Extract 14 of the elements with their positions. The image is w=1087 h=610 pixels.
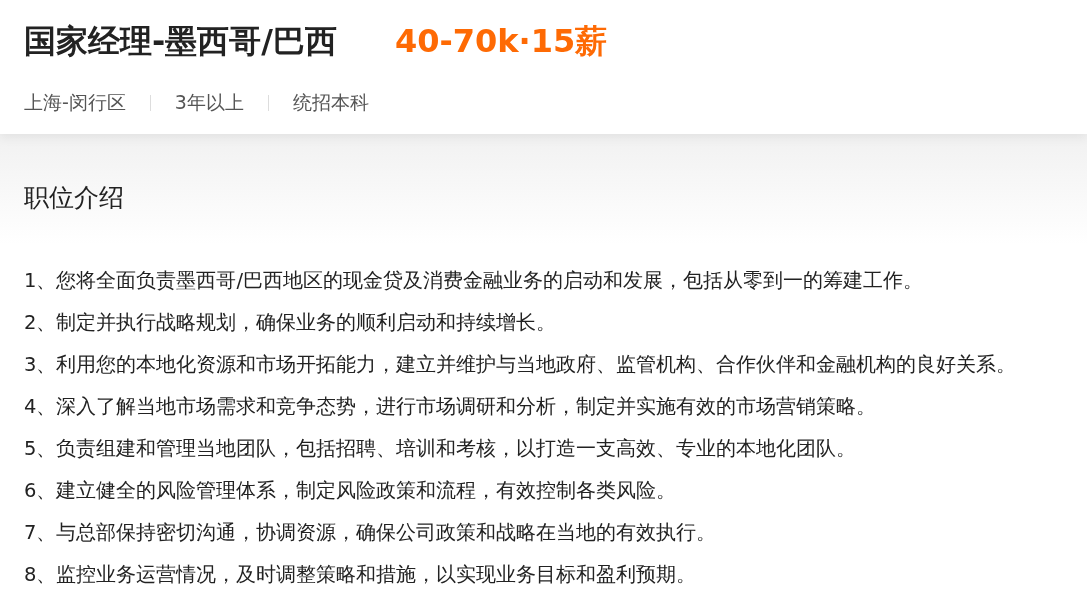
description-item: 3、利用您的本地化资源和市场开拓能力，建立并维护与当地政府、监管机构、合作伙伴和金融机构的良好关系。 (24, 352, 1018, 378)
job-title: 国家经理-墨西哥/巴西 (24, 21, 337, 62)
description-item: 1、您将全面负责墨西哥/巴西地区的现金贷及消费金融业务的启动和发展，包括从零到一的筹建工作。 (24, 268, 924, 294)
description-item: 8、监控业务运营情况，及时调整策略和措施，以实现业务目标和盈利预期。 (24, 562, 698, 588)
description-item: 6、建立健全的风险管理体系，制定风险政策和流程，有效控制各类风险。 (24, 478, 678, 504)
section-heading: 职位介绍 (24, 182, 125, 214)
description-item: 7、与总部保持密切沟通，协调资源，确保公司政策和战略在当地的有效执行。 (24, 520, 718, 546)
description-item: 4、深入了解当地市场需求和竞争态势，进行市场调研和分析，制定并实施有效的市场营销策略。 (24, 394, 878, 420)
description-item: 5、负责组建和管理当地团队，包括招聘、培训和考核，以打造一支高效、专业的本地化团队。 (24, 436, 858, 462)
job-tag: 3年以上 (174, 90, 244, 116)
job-tag: 统招本科 (292, 90, 369, 116)
job-tag: 上海-闵行区 (24, 90, 126, 116)
salary: 40-70k·15薪 (394, 21, 608, 62)
description-item: 2、制定并执行战略规划，确保业务的顺利启动和持续增长。 (24, 310, 558, 336)
